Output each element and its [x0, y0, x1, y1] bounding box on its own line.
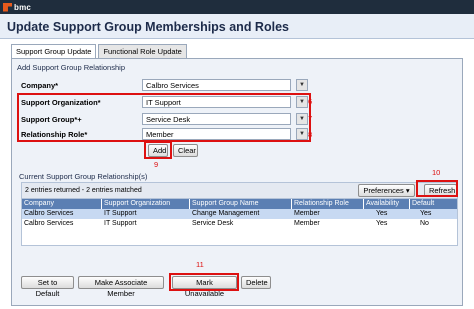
tab-support-group-update[interactable]: Support Group Update	[11, 44, 97, 59]
preferences-button[interactable]: Preferences ▾	[358, 184, 415, 197]
relationships-table: Company Support Organization Support Gro…	[21, 199, 458, 246]
company-dropdown-button[interactable]: ▼	[296, 79, 308, 91]
callout-11: 11	[196, 260, 204, 269]
table-cell: Calbro Services	[24, 210, 74, 217]
column-header[interactable]: Availability	[364, 199, 410, 209]
support-organization-label: Support Organization*	[21, 98, 101, 107]
support-organization-field[interactable]: IT Support	[142, 96, 291, 108]
grid-toolbar: 2 entries returned - 2 entries matched P…	[21, 182, 458, 199]
delete-button[interactable]: Delete	[241, 276, 271, 289]
chevron-down-icon: ▼	[299, 82, 305, 88]
column-header[interactable]: Support Group Name	[190, 199, 292, 209]
table-row[interactable]: Calbro Services IT Support Change Manage…	[22, 209, 457, 219]
current-section-title: Current Support Group Relationship(s)	[19, 172, 148, 181]
table-cell: Member	[294, 210, 320, 217]
table-cell: Yes	[420, 210, 432, 217]
column-header[interactable]: Company	[22, 199, 102, 209]
column-header[interactable]: Default	[410, 199, 457, 209]
table-cell: IT Support	[104, 220, 137, 227]
table-cell: Member	[294, 220, 320, 227]
column-header[interactable]: Relationship Role	[292, 199, 364, 209]
caret-down-icon: ▾	[405, 186, 410, 195]
relationship-role-label: Relationship Role*	[21, 130, 88, 139]
chevron-down-icon: ▼	[299, 131, 305, 137]
title-bar: Update Support Group Memberships and Rol…	[0, 14, 474, 39]
table-cell: Change Management	[192, 210, 260, 217]
clear-button[interactable]: Clear	[173, 144, 198, 157]
add-button[interactable]: Add	[148, 144, 168, 157]
top-bar: bmc	[0, 0, 474, 14]
bmc-logo-icon	[3, 2, 12, 12]
relationship-role-dropdown-button[interactable]: ▼	[296, 128, 308, 140]
callout-6: 6	[308, 97, 313, 106]
chevron-down-icon: ▼	[299, 116, 305, 122]
table-cell: Yes	[376, 220, 388, 227]
table-cell: IT Support	[104, 210, 137, 217]
table-cell: Calbro Services	[24, 220, 74, 227]
page-title: Update Support Group Memberships and Rol…	[7, 20, 289, 34]
refresh-button[interactable]: Refresh	[424, 184, 457, 197]
callout-9: 9	[154, 160, 159, 169]
support-organization-dropdown-button[interactable]: ▼	[296, 96, 308, 108]
column-header[interactable]: Support Organization	[102, 199, 190, 209]
tab-functional-role-update[interactable]: Functional Role Update	[98, 44, 187, 58]
support-group-panel: Add Support Group Relationship Company* …	[11, 58, 463, 306]
add-section-title: Add Support Group Relationship	[17, 63, 125, 72]
table-cell: Service Desk	[192, 220, 234, 227]
callout-7: 7	[308, 114, 313, 123]
company-field[interactable]: Calbro Services	[142, 79, 291, 91]
callout-10: 10	[432, 168, 441, 177]
table-row[interactable]: Calbro Services IT Support Service Desk …	[22, 219, 457, 229]
set-to-default-button[interactable]: Set to Default	[21, 276, 74, 298]
entries-status: 2 entries returned - 2 entries matched	[25, 187, 142, 194]
tab-strip: Support Group Update Functional Role Upd…	[11, 44, 187, 59]
bmc-logo: bmc	[3, 2, 31, 12]
relationship-role-field[interactable]: Member	[142, 128, 291, 140]
company-label: Company*	[21, 81, 59, 90]
support-group-label: Support Group*+	[21, 115, 82, 124]
support-group-dropdown-button[interactable]: ▼	[296, 113, 308, 125]
callout-8: 8	[308, 130, 313, 139]
make-associate-member-button[interactable]: Make Associate Member	[78, 276, 164, 298]
table-cell: No	[420, 220, 429, 227]
table-cell: Yes	[376, 210, 388, 217]
support-group-field[interactable]: Service Desk	[142, 113, 291, 125]
mark-unavailable-button[interactable]: Mark Unavailable	[172, 276, 237, 298]
chevron-down-icon: ▼	[299, 99, 305, 105]
brand-name: bmc	[14, 2, 32, 12]
preferences-label: Preferences	[363, 186, 404, 195]
